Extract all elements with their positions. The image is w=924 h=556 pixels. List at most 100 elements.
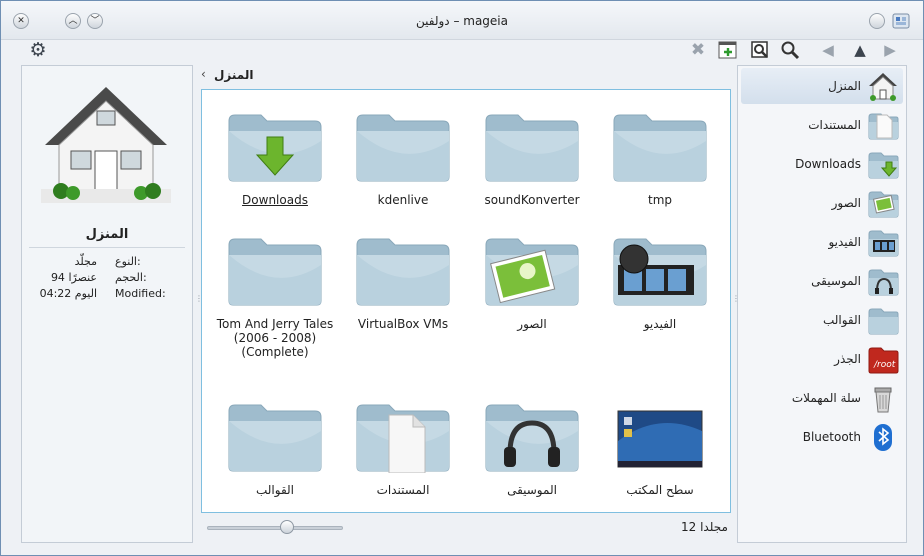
info-divider	[29, 247, 185, 248]
window-title: دولفين – mageia	[416, 14, 508, 28]
places-item-label: القوالب	[822, 313, 861, 327]
folder-icon	[355, 111, 451, 183]
info-value: 94 عنصرًا	[50, 271, 97, 284]
folder-icon	[612, 111, 708, 183]
dolphin-window: ✕ ︿ ﹀ دولفين – mageia ⚙ ✖ ◀ ▲ ▶ المنزل م…	[0, 0, 924, 556]
folder-item[interactable]: سطح المكتب	[598, 401, 722, 497]
bluetooth-icon	[867, 421, 899, 453]
folder-item[interactable]: القوالب	[213, 401, 337, 497]
zoom-slider[interactable]	[207, 520, 343, 534]
forward-button[interactable]: ▶	[879, 39, 901, 61]
places-item-label: Downloads	[795, 157, 861, 171]
chevron-left-icon[interactable]: ‹	[201, 67, 206, 81]
places-item[interactable]: Bluetooth	[741, 419, 903, 455]
breadcrumb[interactable]: ‹ المنزل	[201, 67, 731, 85]
new-tab-button[interactable]	[717, 39, 739, 61]
folder-item[interactable]: kdenlive	[341, 111, 465, 207]
info-value: اليوم 04:22	[39, 287, 97, 300]
close-split-button[interactable]: ✖	[687, 39, 709, 61]
places-item[interactable]: الجذر/root	[741, 341, 903, 377]
places-item[interactable]: الصور	[741, 185, 903, 221]
places-item-label: الموسيقى	[811, 274, 861, 288]
pictures-folder-icon	[484, 235, 580, 307]
folder-item[interactable]: الموسيقى	[470, 401, 594, 497]
folder-item[interactable]: Downloads	[213, 111, 337, 207]
folder-label: الصور	[517, 317, 547, 331]
info-row: 94 عنصرًا الحجم:	[25, 271, 185, 285]
videos-folder-icon	[612, 235, 708, 307]
info-value: مجلّد	[74, 255, 97, 268]
home-icon	[867, 70, 899, 102]
svg-text:/root: /root	[873, 360, 896, 370]
folder-item[interactable]: المستندات	[341, 401, 465, 497]
preview-button[interactable]	[749, 39, 771, 61]
folder-label: Downloads	[242, 193, 308, 207]
templates-folder-icon	[867, 304, 899, 336]
places-item-label: Bluetooth	[802, 430, 861, 444]
places-item-label: المستندات	[808, 118, 861, 132]
close-icon: ✖	[690, 40, 706, 60]
desktop-icon	[612, 401, 708, 473]
folder-item[interactable]: soundKonverter	[470, 111, 594, 207]
places-item-label: الفيديو	[828, 235, 861, 249]
downloads-folder-icon	[867, 148, 899, 180]
folder-item[interactable]: الفيديو	[598, 235, 722, 331]
app-menu-icon[interactable]	[891, 11, 911, 31]
folder-label: tmp	[647, 193, 672, 207]
folder-icon	[484, 111, 580, 183]
places-item[interactable]: الفيديو	[741, 224, 903, 260]
left-splitter-handle[interactable]: ⋮	[195, 295, 203, 309]
forward-arrow-icon: ▶	[884, 41, 896, 59]
places-item[interactable]: المنزل	[741, 68, 903, 104]
title-bar: ✕ ︿ ﹀ دولفين – mageia	[1, 1, 923, 40]
info-row: مجلّد النوع:	[25, 255, 185, 269]
folder-item[interactable]: tmp	[598, 111, 722, 207]
folder-label: Tom And Jerry Tales (2006 - 2008) (Compl…	[216, 317, 334, 359]
places-item[interactable]: المستندات	[741, 107, 903, 143]
breadcrumb-home[interactable]: المنزل	[214, 68, 253, 82]
up-button[interactable]: ▲	[849, 39, 871, 61]
info-row: اليوم 04:22 Modified:	[25, 287, 185, 301]
folder-item[interactable]: الصور	[470, 235, 594, 331]
places-item-label: سلة المهملات	[791, 391, 861, 405]
folder-label: الموسيقى	[507, 483, 557, 497]
folder-label: القوالب	[255, 483, 295, 497]
back-arrow-icon: ◀	[822, 41, 834, 59]
gear-icon: ⚙	[29, 39, 47, 61]
places-item-label: الجذر	[834, 352, 861, 366]
folder-item[interactable]: VirtualBox VMs	[341, 235, 465, 331]
places-item[interactable]: الموسيقى	[741, 263, 903, 299]
window-shade-button[interactable]	[869, 13, 885, 29]
places-item[interactable]: القوالب	[741, 302, 903, 338]
info-key: الحجم:	[115, 271, 147, 284]
places-item[interactable]: سلة المهملات	[741, 380, 903, 416]
home-large-icon	[41, 85, 171, 205]
folder-label: المستندات	[376, 483, 430, 497]
places-item-label: المنزل	[828, 79, 861, 93]
places-item[interactable]: Downloads	[741, 146, 903, 182]
status-text: 12 مجلدا	[681, 520, 728, 534]
up-arrow-icon: ▲	[854, 41, 866, 59]
right-splitter-handle[interactable]: ⋮	[732, 295, 740, 309]
settings-button[interactable]: ⚙	[27, 39, 49, 61]
info-panel-title: المنزل	[85, 227, 129, 242]
folder-label: kdenlive	[377, 193, 429, 207]
folder-icon	[355, 235, 451, 307]
folder-label: VirtualBox VMs	[357, 317, 449, 331]
documents-folder-icon	[355, 401, 451, 473]
preview-icon	[751, 41, 768, 58]
root-folder-icon: /root	[867, 343, 899, 375]
info-key: Modified:	[115, 287, 166, 300]
folder-icon	[227, 235, 323, 307]
music-folder-icon	[484, 401, 580, 473]
zoom-slider-handle[interactable]	[280, 520, 294, 534]
search-button[interactable]	[779, 39, 801, 61]
new-tab-icon	[718, 41, 737, 59]
folder-icon	[227, 401, 323, 473]
folder-label: soundKonverter	[484, 193, 580, 207]
back-button[interactable]: ◀	[817, 39, 839, 61]
trash-icon	[867, 382, 899, 414]
downloads-folder-icon	[227, 111, 323, 183]
folder-item[interactable]: Tom And Jerry Tales (2006 - 2008) (Compl…	[213, 235, 337, 359]
documents-folder-icon	[867, 109, 899, 141]
